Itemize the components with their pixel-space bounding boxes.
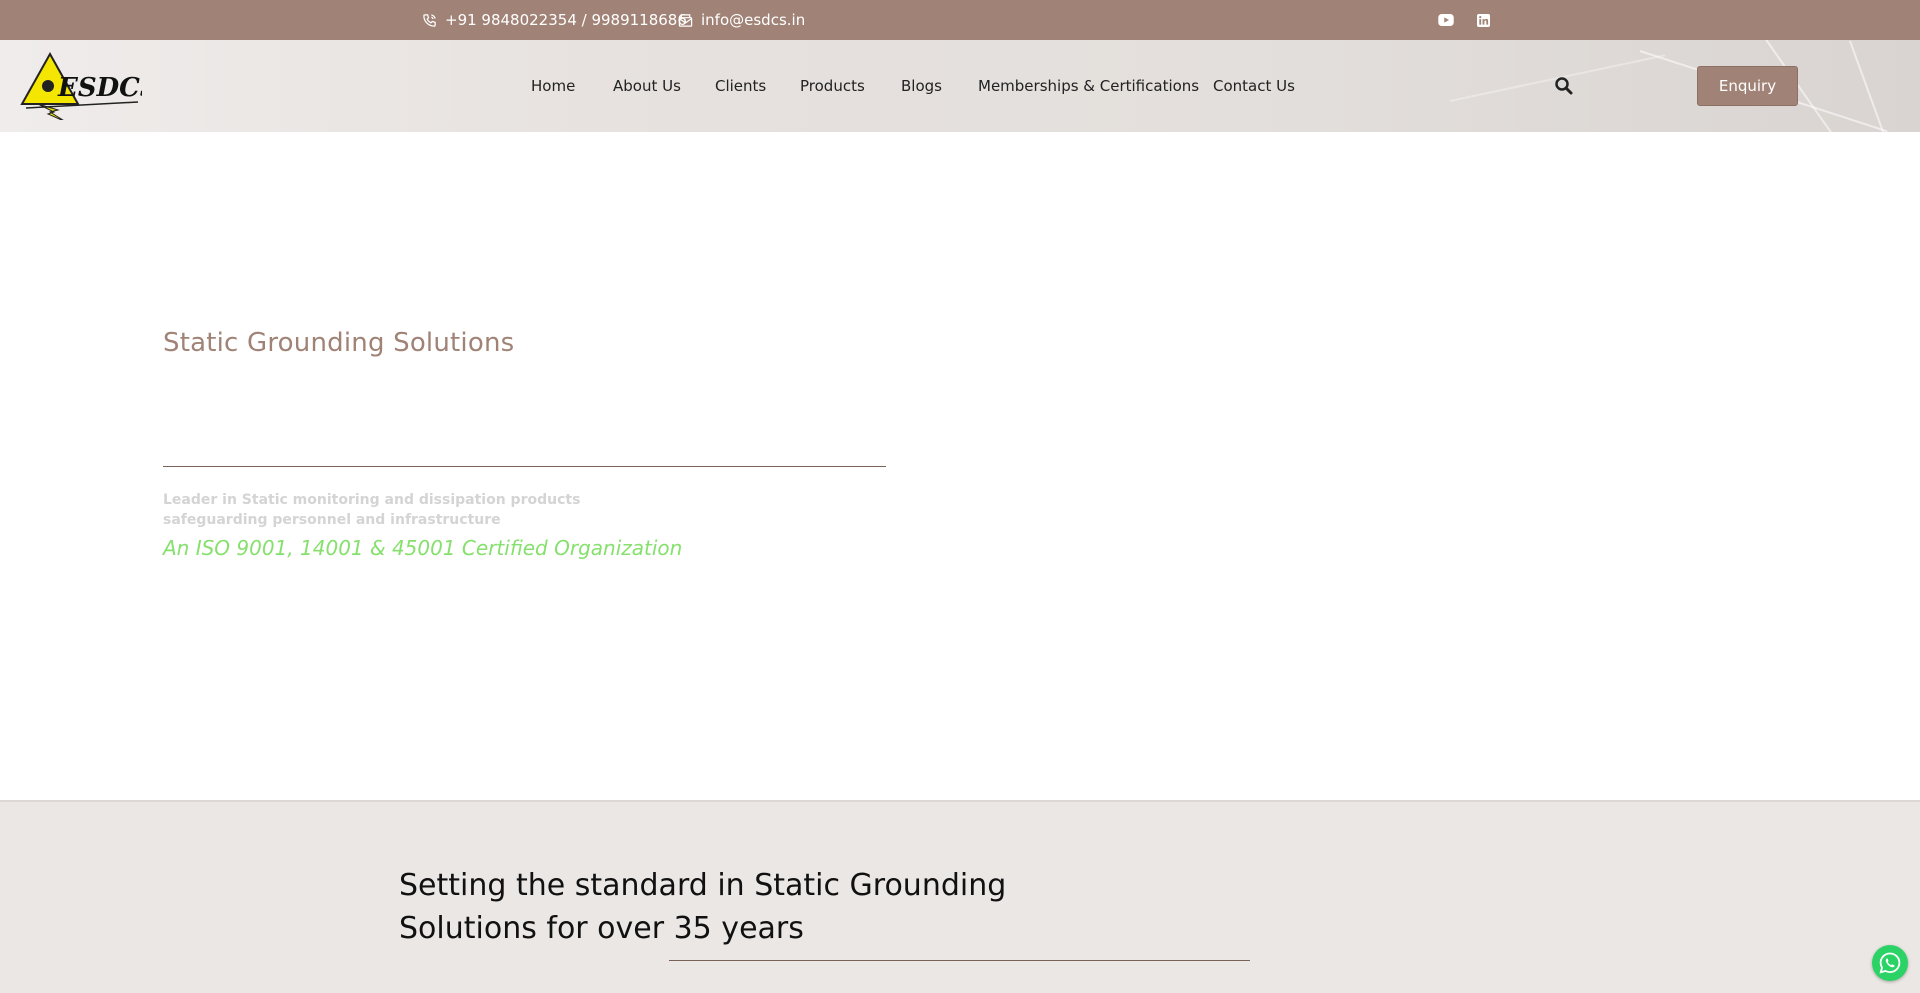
mail-icon bbox=[678, 13, 693, 27]
email-contact[interactable]: info@esdcs.in bbox=[678, 0, 805, 40]
header-decoration bbox=[1849, 40, 1906, 132]
nav-contact-us[interactable]: Contact Us bbox=[1213, 77, 1295, 95]
nav-memberships-certifications[interactable]: Memberships & Certifications bbox=[978, 77, 1199, 95]
top-bar: +91 9848022354 / 9989118686 info@esdcs.i… bbox=[0, 0, 1920, 40]
nav-home[interactable]: Home bbox=[531, 77, 575, 95]
main-header: ESDCS Home About Us Clients Products Blo… bbox=[0, 40, 1920, 132]
linkedin-icon[interactable] bbox=[1474, 11, 1492, 29]
youtube-icon[interactable] bbox=[1437, 11, 1455, 29]
phone-contact[interactable]: +91 9848022354 / 9989118686 bbox=[422, 0, 687, 40]
phone-number: +91 9848022354 / 9989118686 bbox=[445, 11, 687, 29]
phone-icon bbox=[423, 13, 436, 27]
hero-title: Static Grounding Solutions bbox=[163, 328, 515, 358]
certification-text: An ISO 9001, 14001 & 45001 Certified Org… bbox=[163, 536, 683, 560]
nav-products[interactable]: Products bbox=[800, 77, 865, 95]
hero-subtitle: Leader in Static monitoring and dissipat… bbox=[163, 492, 581, 528]
nav-blogs[interactable]: Blogs bbox=[901, 77, 942, 95]
section-heading: Setting the standard in Static Grounding… bbox=[399, 868, 1007, 946]
enquiry-button[interactable]: Enquiry bbox=[1697, 66, 1798, 106]
whatsapp-button[interactable] bbox=[1872, 945, 1908, 981]
whatsapp-icon bbox=[1879, 952, 1901, 974]
section-divider bbox=[669, 960, 1250, 961]
email-address: info@esdcs.in bbox=[701, 11, 806, 29]
hero-divider bbox=[163, 466, 886, 467]
nav-about-us[interactable]: About Us bbox=[613, 77, 681, 95]
search-icon[interactable] bbox=[1554, 76, 1574, 96]
esdcs-logo[interactable]: ESDCS bbox=[20, 51, 159, 123]
logo-text: ESDCS bbox=[57, 73, 142, 103]
nav-clients[interactable]: Clients bbox=[715, 77, 766, 95]
about-section: Setting the standard in Static Grounding… bbox=[0, 800, 1920, 993]
